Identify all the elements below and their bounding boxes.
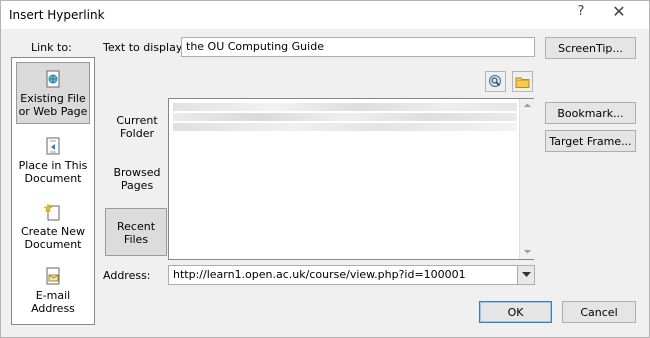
dialog-title: Insert Hyperlink (9, 8, 105, 22)
close-button[interactable]: ✕ (595, 1, 643, 21)
tab-current-folder[interactable]: Current Folder (106, 114, 168, 140)
blurred-file-entry[interactable] (173, 103, 517, 111)
tab-browsed-pages-line1: Browsed (113, 166, 161, 179)
target-frame-button[interactable]: Target Frame... (545, 130, 636, 152)
chevron-down-icon (521, 272, 531, 277)
email-icon (46, 267, 60, 285)
tab-current-folder-line2: Folder (120, 127, 154, 140)
browse-file-button[interactable] (512, 71, 533, 92)
text-to-display-label: Text to display: (103, 41, 186, 54)
text-to-display-field[interactable]: the OU Computing Guide (181, 37, 535, 57)
link-to-label: Link to: (31, 41, 72, 54)
tab-browsed-pages-line2: Pages (120, 179, 154, 192)
link-to-place-in-document-line1: Place in This (18, 159, 88, 172)
tab-recent-files[interactable]: Recent Files (105, 208, 167, 256)
screentip-button[interactable]: ScreenTip... (545, 37, 636, 59)
link-to-place-in-document[interactable]: Place in This Document (16, 130, 90, 185)
folder-icon (515, 77, 530, 88)
link-to-email-address[interactable]: E-mail Address (16, 260, 90, 315)
link-to-existing-file-line1: Existing File (20, 92, 86, 105)
existing-file-icon (46, 70, 60, 88)
link-to-place-in-document-line2: Document (24, 172, 82, 185)
title-bar: Insert Hyperlink ? ✕ (1, 1, 649, 29)
link-to-create-new-document-line1: Create New (20, 225, 86, 238)
tab-browsed-pages[interactable]: Browsed Pages (106, 166, 168, 192)
create-new-document-icon (43, 203, 60, 221)
tab-current-folder-line1: Current (116, 114, 158, 127)
link-to-existing-file-line2: or Web Page (18, 105, 88, 118)
browse-web-button[interactable] (485, 71, 506, 92)
place-in-document-icon (46, 137, 60, 155)
browse-web-icon (489, 75, 501, 87)
cancel-button[interactable]: Cancel (562, 301, 636, 323)
recent-files-list[interactable] (168, 98, 534, 260)
help-icon: ? (577, 3, 585, 19)
close-icon: ✕ (612, 1, 626, 21)
bookmark-button[interactable]: Bookmark... (545, 102, 636, 124)
look-in-tabs: Current Folder Browsed Pages Recent File… (102, 98, 168, 260)
tab-recent-files-line1: Recent (116, 220, 156, 233)
blurred-file-entry[interactable] (173, 113, 517, 121)
help-button[interactable]: ? (567, 1, 595, 21)
insert-hyperlink-dialog: Insert Hyperlink ? ✕ Link to: Existing F… (0, 0, 650, 338)
blurred-file-entry[interactable] (173, 123, 517, 131)
file-list-scrollbar[interactable] (519, 99, 534, 259)
link-to-email-line2: Address (31, 302, 75, 315)
link-to-panel: Existing File or Web Page Place in This … (11, 57, 95, 325)
link-to-email-line1: E-mail (35, 289, 71, 302)
link-to-create-new-document[interactable]: Create New Document (16, 196, 90, 251)
address-field[interactable]: http://learn1.open.ac.uk/course/view.php… (168, 265, 535, 285)
address-label: Address: (103, 269, 151, 282)
link-to-existing-file[interactable]: Existing File or Web Page (16, 62, 90, 124)
scroll-arrows-icon (524, 103, 531, 254)
tab-recent-files-line2: Files (123, 233, 149, 246)
address-dropdown-button[interactable] (517, 266, 534, 284)
ok-button[interactable]: OK (479, 301, 552, 323)
link-to-create-new-document-line2: Document (24, 238, 82, 251)
